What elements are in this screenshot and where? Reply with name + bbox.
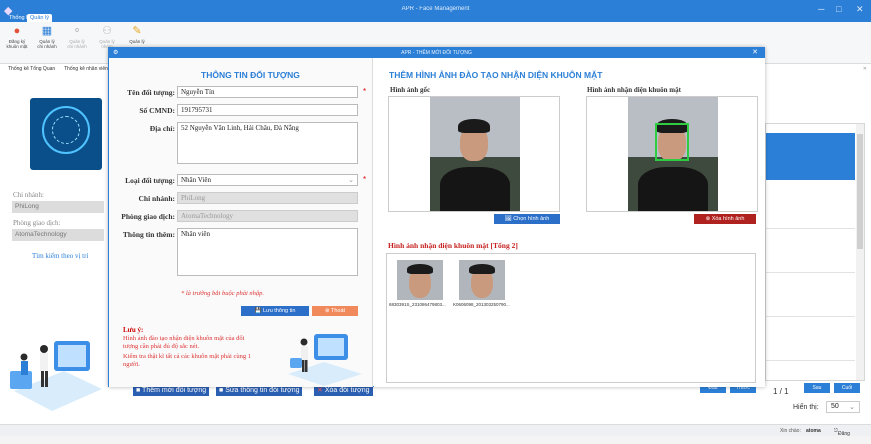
page-size-select[interactable]: 50 ⌄ bbox=[826, 401, 860, 413]
dialog-office-input: AtomaTechnology bbox=[177, 210, 358, 222]
network-icon: ⚬ bbox=[72, 25, 82, 37]
original-image-label: Hình ảnh gốc bbox=[390, 86, 431, 94]
original-image-box bbox=[388, 96, 560, 212]
row-divider bbox=[766, 316, 855, 317]
branch-select[interactable]: PhiLong bbox=[12, 201, 104, 213]
dialog-title-bar: ⚙ APR - THÊM MỚI ĐỐI TƯỢNG ✕ bbox=[109, 48, 764, 58]
name-input[interactable]: Nguyễn Tín bbox=[177, 86, 358, 98]
office-select[interactable]: AtomaTechnology bbox=[12, 229, 104, 241]
recognized-list-title: Hình ảnh nhận diện khuôn mặt [Tổng 2] bbox=[388, 241, 518, 250]
window-title: APR - Face Management bbox=[401, 6, 470, 12]
cmnd-label: Số CMND: bbox=[139, 106, 175, 115]
scrollbar-thumb[interactable] bbox=[857, 134, 863, 249]
note-title: Lưu ý: bbox=[123, 326, 144, 334]
office-illustration bbox=[10, 341, 102, 411]
tab-employee-stats[interactable]: Thống kê nhân viên bbox=[64, 66, 108, 72]
register-face-button[interactable]: ● Đăng ký khuôn mặt bbox=[6, 25, 28, 50]
delete-image-button[interactable]: ⊗ Xóa hình ảnh bbox=[694, 214, 756, 224]
type-label: Loại đối tượng: bbox=[125, 176, 175, 185]
note-text-2: Kiểm tra thật kĩ tất cả các khuôn mặt ph… bbox=[123, 353, 251, 368]
required-mark: * bbox=[363, 175, 367, 184]
face-thumbnail[interactable] bbox=[397, 260, 443, 300]
dialog-close-icon[interactable]: ✕ bbox=[752, 48, 758, 58]
recognized-image-box bbox=[586, 96, 758, 212]
required-note: * là trường bắt buộc phải nhập. bbox=[181, 290, 265, 297]
extra-info-label: Thông tin thêm: bbox=[122, 230, 175, 239]
branch-label: Chi nhánh: bbox=[13, 191, 44, 199]
left-panel: Tìm kiếm theo vị trí Chi nhánh: PhiLong … bbox=[0, 76, 108, 426]
page-size-label: Hiển thị: bbox=[793, 404, 819, 411]
edit-icon: ✎ bbox=[132, 25, 142, 37]
add-object-dialog: ⚙ APR - THÊM MỚI ĐỐI TƯỢNG ✕ THÔNG TIN Đ… bbox=[108, 47, 765, 387]
object-info-form: THÔNG TIN ĐỐI TƯỢNG Tên đối tượng: Nguyễ… bbox=[109, 58, 373, 387]
selected-row[interactable] bbox=[766, 133, 855, 180]
tabs-close-icon[interactable]: ✕ bbox=[863, 66, 867, 72]
original-photo bbox=[430, 97, 520, 211]
recognized-image-label: Hình ảnh nhận diện khuôn mặt bbox=[587, 86, 681, 94]
address-input[interactable]: 52 Nguyễn Văn Linh, Hải Châu, Đà Nẵng bbox=[177, 122, 358, 164]
manage-branch-2-button[interactable]: ⚬ Quản lý chi nhánh bbox=[66, 25, 88, 50]
tab-overview-stats[interactable]: Thống kê Tổng Quan bbox=[8, 66, 55, 72]
title-bar: ◆ APR - Face Management Thống kê Quản lý… bbox=[0, 0, 871, 23]
face-detection-box bbox=[655, 123, 689, 161]
logout-button[interactable]: ⎋ Đăng xuất bbox=[834, 428, 850, 443]
manage-branch-button[interactable]: ▦ Quản lý chi nhánh bbox=[36, 25, 58, 50]
dialog-branch-label: Chi nhánh: bbox=[138, 194, 175, 203]
note-text-1: Hình ảnh đào tạo nhận diện khuôn mặt của… bbox=[123, 335, 245, 350]
chevron-down-icon: ⌄ bbox=[849, 404, 855, 411]
add-object-button[interactable]: ■ Thêm mới đối tượng bbox=[133, 386, 210, 396]
group-icon: ⚇ bbox=[102, 25, 112, 37]
minimize-icon[interactable]: ─ bbox=[818, 4, 824, 14]
recognized-photo bbox=[628, 97, 718, 211]
save-button[interactable]: 💾 Lưu thông tin bbox=[241, 306, 309, 316]
dialog-branch-input: PhiLong bbox=[177, 192, 358, 204]
dialog-title: APR - THÊM MỚI ĐỐI TƯỢNG bbox=[401, 50, 472, 56]
username: atoma bbox=[806, 428, 821, 434]
office-label: Phòng giao dịch: bbox=[13, 219, 61, 227]
dialog-office-label: Phòng giao dịch: bbox=[121, 212, 175, 221]
info-section-title: THÔNG TIN ĐỐI TƯỢNG bbox=[201, 70, 300, 80]
required-mark: * bbox=[363, 87, 367, 96]
page-indicator: 1 / 1 bbox=[773, 387, 789, 396]
last-page-button[interactable]: Cuối bbox=[834, 383, 860, 393]
user-icon: ● bbox=[13, 25, 21, 37]
name-label: Tên đối tượng: bbox=[127, 88, 175, 97]
extra-info-input[interactable]: Nhân viên bbox=[177, 228, 358, 276]
manage-group-button[interactable]: ⚇ Quản lý nhóm bbox=[96, 25, 118, 50]
chevron-down-icon: ⌄ bbox=[348, 176, 354, 184]
building-icon: ▦ bbox=[41, 25, 53, 37]
close-window-icon[interactable]: ✕ bbox=[856, 4, 864, 15]
address-label: Địa chỉ: bbox=[149, 124, 175, 133]
office-illustration-2 bbox=[288, 334, 362, 386]
dialog-icon: ⚙ bbox=[113, 50, 119, 56]
bottom-strip bbox=[0, 436, 871, 444]
manage-button[interactable]: ✎ Quản lý bbox=[126, 25, 148, 45]
choose-image-button[interactable]: 🖼 Chọn hình ảnh bbox=[494, 214, 560, 224]
exit-button[interactable]: ⊗ Thoát bbox=[312, 306, 358, 316]
thumbnail-caption: 6830391S_231086479803... bbox=[389, 302, 446, 307]
next-page-button[interactable]: Sau bbox=[804, 383, 830, 393]
search-by-location-label: Tìm kiếm theo vị trí bbox=[32, 252, 89, 260]
row-divider bbox=[766, 228, 855, 229]
image-training-panel: THÊM HÌNH ẢNH ĐÀO TẠO NHẬN DIỆN KHUÔN MẶ… bbox=[374, 58, 765, 387]
type-select[interactable]: Nhân Viên ⌄ bbox=[177, 174, 358, 186]
face-scan-image bbox=[30, 98, 102, 170]
images-section-title: THÊM HÌNH ẢNH ĐÀO TẠO NHẬN DIỆN KHUÔN MẶ… bbox=[389, 70, 603, 80]
thumbnail-caption: K0606098_201303250790... bbox=[453, 302, 510, 307]
cmnd-input[interactable]: 191795731 bbox=[177, 104, 358, 116]
status-bar: Xin chào: atoma ⎋ Đăng xuất bbox=[0, 424, 871, 443]
greeting-label: Xin chào: bbox=[780, 428, 801, 434]
row-divider bbox=[766, 272, 855, 273]
scan-ring-inner bbox=[52, 116, 80, 144]
row-divider bbox=[766, 360, 855, 361]
recognized-face-list: 6830391S_231086479803... K0606098_201303… bbox=[386, 253, 756, 383]
maximize-icon[interactable]: □ bbox=[836, 4, 841, 14]
face-thumbnail[interactable] bbox=[459, 260, 505, 300]
